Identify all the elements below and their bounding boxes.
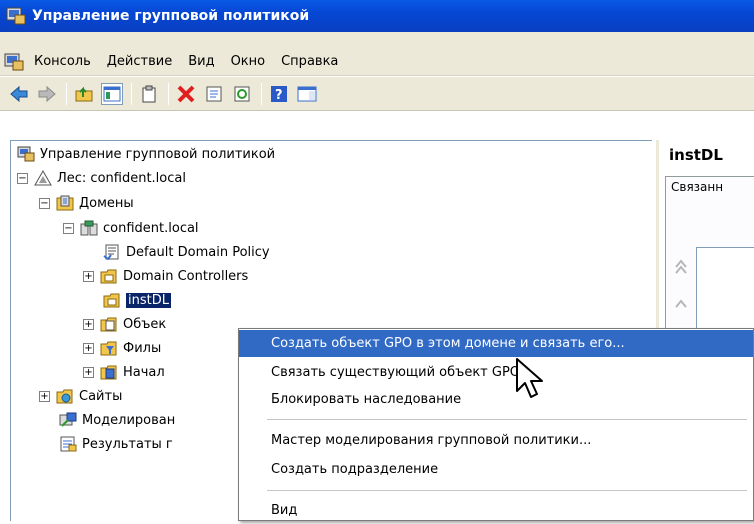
tree-label: Начал — [123, 364, 165, 380]
forward-icon[interactable] — [36, 83, 58, 105]
tree-label: Домены — [79, 195, 134, 211]
menu-item-view[interactable]: Вид — [239, 497, 753, 524]
details-title: instDL — [669, 146, 723, 164]
context-menu: Создать объект GPO в этом домене и связа… — [238, 328, 754, 521]
results-icon — [60, 436, 77, 452]
refresh-icon[interactable] — [231, 83, 253, 105]
expand-icon[interactable]: + — [83, 366, 94, 378]
window-title: Управление групповой политикой — [32, 8, 310, 24]
collapse-icon[interactable]: − — [39, 197, 50, 209]
menu-separator — [267, 419, 747, 420]
tree-item-domains[interactable]: − Домены — [39, 192, 134, 214]
gpo-link-icon — [103, 244, 119, 260]
domains-icon — [56, 195, 74, 211]
modeling-icon — [59, 412, 77, 427]
menu-item-modeling-wizard[interactable]: Мастер моделирования групповой политики.… — [239, 427, 753, 454]
properties-icon[interactable] — [203, 83, 225, 105]
tree-label: Domain Controllers — [123, 268, 249, 284]
menu-console[interactable]: Консоль — [26, 54, 99, 69]
tree-label: confident.local — [103, 220, 199, 236]
tree-item-starter-gpos[interactable]: + Начал — [83, 361, 165, 383]
menu-help[interactable]: Справка — [273, 54, 346, 69]
ou-folder-icon — [103, 293, 120, 308]
menu-item-block-inheritance[interactable]: Блокировать наследование — [239, 386, 753, 413]
menu-view[interactable]: Вид — [180, 54, 222, 69]
domain-icon — [80, 220, 98, 236]
collapse-icon[interactable]: − — [17, 172, 28, 184]
tree-label: Моделирован — [82, 412, 176, 428]
ou-folder-icon — [100, 269, 117, 284]
gpmc-app-icon — [6, 7, 26, 25]
show-hide-tree-icon[interactable] — [101, 82, 123, 105]
toolbar-separator — [168, 82, 169, 105]
clipboard-icon[interactable] — [138, 83, 160, 105]
menu-item-create-and-link-gpo[interactable]: Создать объект GPO в этом домене и связа… — [239, 330, 753, 357]
tree-label-selected: instDL — [126, 292, 171, 308]
menu-action[interactable]: Действие — [99, 54, 180, 69]
starter-gpo-folder-icon — [100, 365, 117, 380]
tree-item-modeling[interactable]: Моделирован — [59, 409, 175, 431]
gpmc-icon — [17, 146, 35, 162]
menu-bar: Консоль Действие Вид Окно Справка — [0, 48, 754, 76]
tree-label: Результаты г — [82, 436, 173, 452]
titlebar-gap — [0, 32, 754, 48]
tab-linked-gpos[interactable]: Связанн — [671, 180, 754, 194]
tree-item-filters[interactable]: + Филы — [83, 337, 161, 359]
toolbar-separator — [131, 82, 132, 105]
menu-window[interactable]: Окно — [223, 54, 274, 69]
tree-item-domain[interactable]: − confident.local — [63, 217, 199, 239]
title-bar: Управление групповой политикой — [0, 0, 754, 32]
gpo-folder-icon — [100, 317, 117, 332]
tree-item-domain-controllers[interactable]: + Domain Controllers — [83, 265, 248, 287]
up-folder-icon[interactable] — [73, 83, 95, 105]
tree-label: Сайты — [79, 388, 123, 404]
tree-item-gpmc-root[interactable]: Управление групповой политикой — [17, 143, 275, 165]
tree-label: Объек — [123, 316, 167, 332]
toolbar: ? — [0, 77, 754, 111]
action-pane-icon[interactable] — [296, 83, 318, 105]
expand-icon[interactable]: + — [39, 390, 50, 402]
tree-item-instdl[interactable]: instDL — [103, 289, 171, 311]
tree-item-objects[interactable]: + Объек — [83, 313, 166, 335]
collapse-icon[interactable]: − — [63, 222, 74, 234]
help-icon[interactable]: ? — [268, 83, 290, 105]
tree-item-results[interactable]: Результаты г — [59, 433, 173, 455]
expand-icon[interactable]: + — [83, 318, 94, 330]
delete-icon[interactable] — [175, 83, 197, 105]
menu-item-link-existing-gpo[interactable]: Связать существующий объект GPO... — [239, 359, 753, 386]
tree-item-default-domain-policy[interactable]: Default Domain Policy — [103, 241, 270, 263]
wmi-filter-folder-icon — [100, 341, 117, 356]
toolbar-separator — [66, 82, 67, 105]
move-up-icon[interactable] — [674, 257, 688, 317]
console-menu-icon[interactable] — [4, 53, 24, 71]
tree-item-sites[interactable]: + Сайты — [39, 385, 122, 407]
menu-separator — [267, 490, 747, 491]
expand-icon[interactable]: + — [83, 342, 94, 354]
tree-label: Default Domain Policy — [126, 244, 270, 260]
tree-item-forest[interactable]: − Лес: confident.local — [17, 167, 186, 189]
tree-label: Лес: confident.local — [57, 170, 186, 186]
toolbar-separator — [261, 82, 262, 105]
menu-item-new-ou[interactable]: Создать подразделение — [239, 456, 753, 483]
tree-label: Филы — [123, 340, 162, 356]
mouse-cursor-icon — [516, 358, 543, 398]
svg-text:?: ? — [275, 88, 283, 103]
expand-icon[interactable]: + — [83, 270, 94, 282]
back-icon[interactable] — [8, 83, 30, 105]
sites-icon — [56, 389, 73, 404]
tree-label: Управление групповой политикой — [40, 146, 276, 162]
forest-icon — [34, 170, 52, 186]
